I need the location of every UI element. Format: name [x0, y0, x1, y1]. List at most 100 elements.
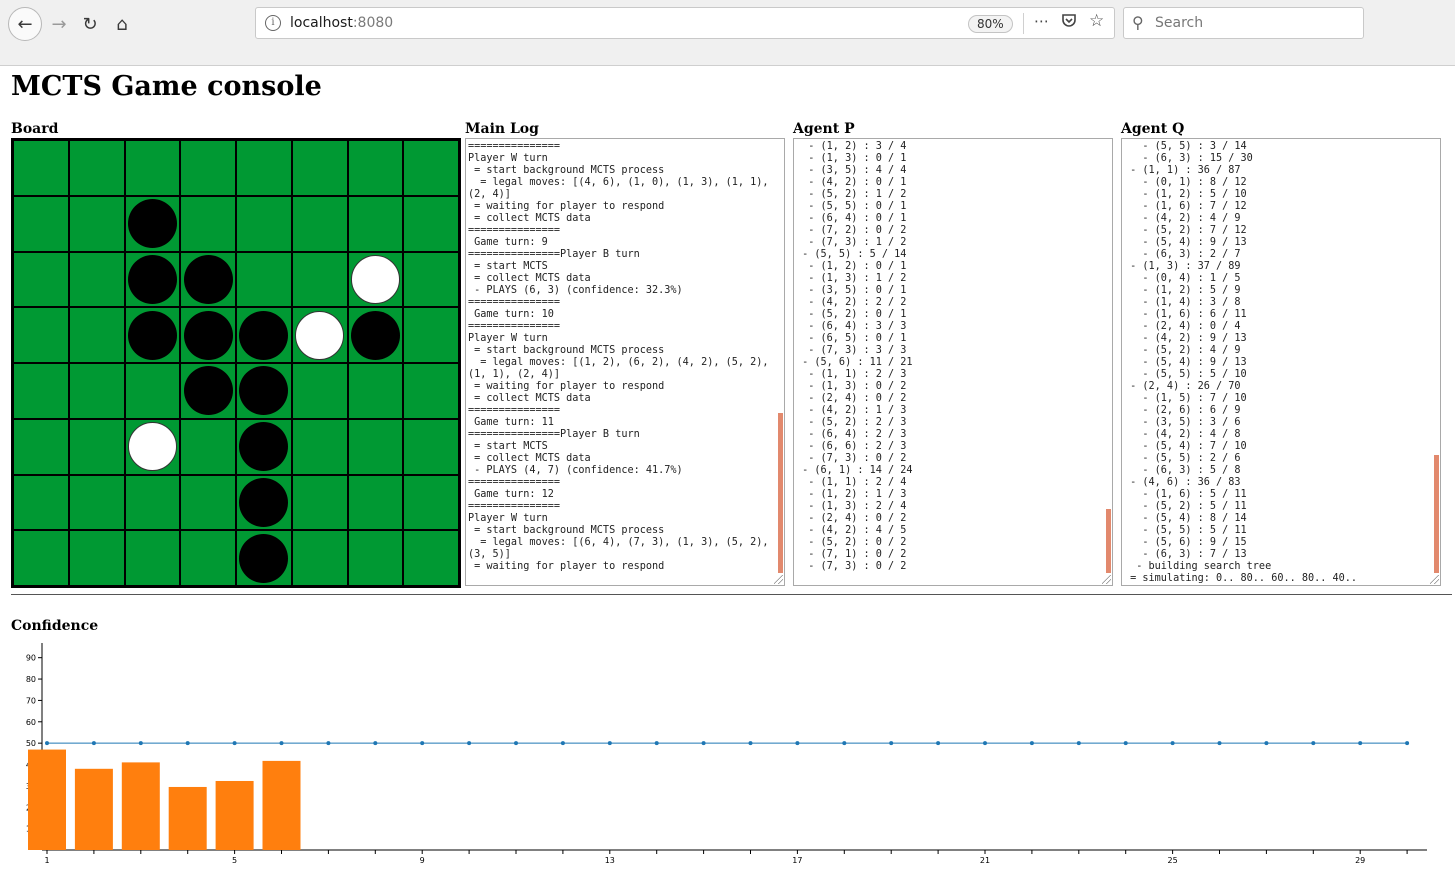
- board-cell[interactable]: [291, 418, 348, 475]
- main-log-label: Main Log: [465, 121, 539, 137]
- board-cell[interactable]: [124, 474, 181, 531]
- board-cell[interactable]: [403, 418, 459, 475]
- board-cell[interactable]: [13, 195, 69, 252]
- board-cell[interactable]: [13, 140, 69, 196]
- board-cell[interactable]: [124, 418, 181, 475]
- board-cell[interactable]: [347, 363, 404, 419]
- board-cell[interactable]: [236, 307, 292, 363]
- x-tick-label: 9: [420, 856, 425, 865]
- board-cell[interactable]: [68, 418, 125, 475]
- agent-q-textarea[interactable]: - (5, 5) : 3 / 14 - (6, 3) : 15 / 30 - (…: [1121, 138, 1441, 586]
- main-log-textarea[interactable]: =============== Player W turn = start ba…: [465, 138, 785, 586]
- y-tick-label: 70: [26, 696, 36, 705]
- board-cell[interactable]: [347, 530, 404, 586]
- board-cell[interactable]: [68, 307, 125, 363]
- board-cell[interactable]: [180, 195, 236, 252]
- board-cell[interactable]: [124, 307, 181, 363]
- board-cell[interactable]: [347, 251, 404, 308]
- reference-point: [1311, 741, 1316, 746]
- reference-point: [795, 741, 800, 746]
- more-icon[interactable]: ⋯: [1034, 12, 1049, 30]
- board-cell[interactable]: [347, 418, 404, 475]
- black-disc: [239, 310, 289, 360]
- board-cell[interactable]: [124, 363, 181, 419]
- board-cell[interactable]: [124, 530, 181, 586]
- board-cell[interactable]: [180, 363, 236, 419]
- board-cell[interactable]: [236, 251, 292, 308]
- board-cell[interactable]: [291, 530, 348, 586]
- board-cell[interactable]: [236, 474, 292, 531]
- url-port: :8080: [352, 15, 394, 31]
- home-icon[interactable]: ⌂: [105, 7, 139, 41]
- board-cell[interactable]: [291, 307, 348, 363]
- board-cell[interactable]: [403, 140, 459, 196]
- main-log-scrollbar[interactable]: [778, 413, 783, 573]
- forward-arrow-icon[interactable]: →: [42, 7, 76, 41]
- board-cell[interactable]: [13, 530, 69, 586]
- agent-p-textarea[interactable]: - (1, 2) : 3 / 4 - (1, 3) : 0 / 1 - (3, …: [793, 138, 1113, 586]
- board-cell[interactable]: [68, 530, 125, 586]
- board-cell[interactable]: [403, 195, 459, 252]
- confidence-bar: [215, 780, 254, 850]
- board-cell[interactable]: [403, 251, 459, 308]
- pocket-icon[interactable]: [1061, 12, 1077, 32]
- board-cell[interactable]: [13, 307, 69, 363]
- board-cell[interactable]: [403, 474, 459, 531]
- x-tick-label: 25: [1168, 856, 1178, 865]
- board-cell[interactable]: [180, 418, 236, 475]
- agent-p-scrollbar[interactable]: [1106, 509, 1111, 573]
- board-cell[interactable]: [291, 363, 348, 419]
- board-cell[interactable]: [124, 140, 181, 196]
- reference-point: [889, 741, 894, 746]
- agent-q-resize-handle[interactable]: [1430, 575, 1439, 584]
- info-icon[interactable]: i: [265, 15, 281, 31]
- board-cell[interactable]: [124, 251, 181, 308]
- board-cell[interactable]: [180, 307, 236, 363]
- board-cell[interactable]: [68, 195, 125, 252]
- board-cell[interactable]: [347, 195, 404, 252]
- board-cell[interactable]: [68, 140, 125, 196]
- board-cell[interactable]: [13, 418, 69, 475]
- board-cell[interactable]: [291, 195, 348, 252]
- board-cell[interactable]: [180, 474, 236, 531]
- reload-icon[interactable]: ↻: [73, 7, 107, 41]
- board-cell[interactable]: [180, 251, 236, 308]
- board-cell[interactable]: [347, 140, 404, 196]
- agent-q-label: Agent Q: [1121, 121, 1185, 137]
- bookmark-star-icon[interactable]: ☆: [1089, 11, 1104, 31]
- board-cell[interactable]: [180, 140, 236, 196]
- board-cell[interactable]: [291, 140, 348, 196]
- board-cell[interactable]: [13, 474, 69, 531]
- board-cell[interactable]: [124, 195, 181, 252]
- board-cell[interactable]: [68, 474, 125, 531]
- board-cell[interactable]: [291, 474, 348, 531]
- agent-q-scrollbar[interactable]: [1434, 455, 1439, 573]
- board-cell[interactable]: [403, 530, 459, 586]
- board-cell[interactable]: [236, 530, 292, 586]
- board-cell[interactable]: [236, 195, 292, 252]
- board-cell[interactable]: [13, 251, 69, 308]
- board-cell[interactable]: [68, 363, 125, 419]
- board-cell[interactable]: [68, 251, 125, 308]
- othello-board[interactable]: [11, 138, 461, 588]
- main-log-resize-handle[interactable]: [774, 575, 783, 584]
- board-cell[interactable]: [403, 363, 459, 419]
- reference-point: [1264, 741, 1269, 746]
- url-bar[interactable]: i localhost:8080 80% ⋯ ☆: [255, 7, 1115, 39]
- board-cell[interactable]: [403, 307, 459, 363]
- board-cell[interactable]: [236, 140, 292, 196]
- board-cell[interactable]: [347, 474, 404, 531]
- back-arrow-icon[interactable]: ←: [8, 7, 42, 41]
- board-cell[interactable]: [236, 418, 292, 475]
- zoom-level-badge[interactable]: 80%: [968, 15, 1013, 33]
- url-text[interactable]: localhost:8080: [290, 15, 393, 31]
- board-cell[interactable]: [291, 251, 348, 308]
- reference-point: [1123, 741, 1128, 746]
- reference-point: [45, 741, 49, 746]
- search-input[interactable]: ⚲ Search: [1123, 7, 1364, 39]
- board-cell[interactable]: [13, 363, 69, 419]
- agent-p-resize-handle[interactable]: [1102, 575, 1111, 584]
- board-cell[interactable]: [347, 307, 404, 363]
- board-cell[interactable]: [236, 363, 292, 419]
- board-cell[interactable]: [180, 530, 236, 586]
